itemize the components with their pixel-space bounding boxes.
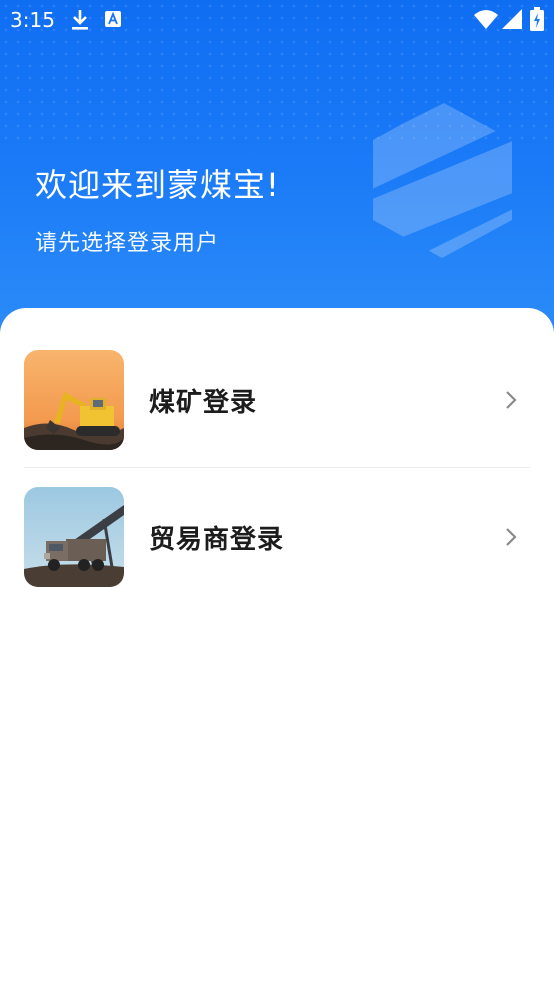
truck-image xyxy=(24,487,124,587)
status-bar: 3:15 xyxy=(0,0,554,38)
chevron-right-icon xyxy=(506,391,517,409)
coal-mine-login-button[interactable]: 煤矿登录 xyxy=(24,350,530,450)
welcome-title: 欢迎来到蒙煤宝! xyxy=(35,166,280,204)
brand-logo-icon xyxy=(373,102,512,258)
trader-login-label: 贸易商登录 xyxy=(149,525,285,555)
excavator-image xyxy=(24,350,124,450)
login-options-card: 煤矿登录 贸易商登录 xyxy=(0,308,554,984)
divider xyxy=(24,467,530,468)
signal-icon xyxy=(502,9,522,29)
wifi-icon xyxy=(474,10,498,29)
coal-mine-login-label: 煤矿登录 xyxy=(149,388,258,418)
download-icon xyxy=(72,10,88,30)
chevron-right-icon xyxy=(506,528,517,546)
header-banner: 3:15 欢迎来到蒙煤宝! 请先选择登录用户 xyxy=(0,0,554,360)
login-select-screen: 3:15 欢迎来到蒙煤宝! 请先选择登录用户 煤矿登录 贸易商登录 xyxy=(0,0,554,984)
welcome-subtitle: 请先选择登录用户 xyxy=(35,231,220,256)
a-icon xyxy=(105,11,121,27)
status-time: 3:15 xyxy=(10,8,55,32)
battery-icon xyxy=(530,7,544,31)
trader-login-button[interactable]: 贸易商登录 xyxy=(24,487,530,587)
